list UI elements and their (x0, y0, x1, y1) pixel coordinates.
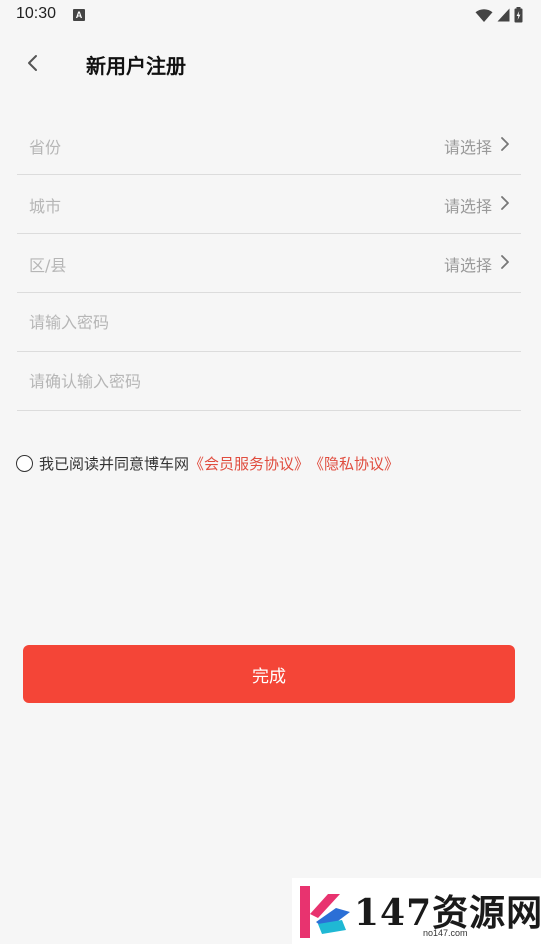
back-button[interactable] (18, 48, 48, 78)
city-select-hint: 请选择 (443, 197, 492, 216)
district-select-hint: 请选择 (443, 256, 492, 275)
watermark-url: no147.com (423, 928, 468, 938)
registration-form: 省份 请选择 城市 请选择 区/县 请选择 (17, 116, 521, 411)
confirm-password-row (17, 352, 521, 411)
agreement-text: 我已阅读并同意博车网 (39, 454, 190, 473)
submit-button[interactable]: 完成 (23, 645, 515, 703)
chevron-right-icon (501, 137, 509, 151)
status-bar: 10:30 A (0, 0, 541, 30)
password-row (17, 293, 521, 352)
registration-screen: 10:30 A 新用户注册 省份 请选择 城市 请选择 区/县 请选择 我已阅读… (0, 0, 541, 944)
chevron-right-icon (501, 196, 509, 210)
header: 新用户注册 (0, 30, 541, 100)
notification-a-icon: A (73, 9, 85, 21)
confirm-password-input[interactable] (17, 352, 521, 410)
battery-icon (514, 7, 523, 23)
chevron-left-icon (28, 55, 37, 71)
province-select-hint: 请选择 (443, 138, 492, 157)
agreement-checkbox[interactable] (16, 454, 33, 472)
district-selector[interactable]: 区/县 请选择 (17, 234, 521, 293)
submit-button-label: 完成 (252, 666, 286, 687)
privacy-agreement-link[interactable]: 《隐私协议》 (309, 453, 399, 474)
member-agreement-link[interactable]: 《会员服务协议》 (189, 453, 309, 474)
province-selector[interactable]: 省份 请选择 (17, 116, 521, 175)
chevron-right-icon (501, 255, 509, 269)
watermark: 147资源网 no147.com (292, 878, 541, 944)
status-time: 10:30 (16, 5, 57, 22)
agreement-row: 我已阅读并同意博车网 《会员服务协议》 《隐私协议》 (16, 452, 399, 474)
wifi-icon (475, 8, 493, 22)
signal-icon (497, 8, 510, 22)
watermark-logo-icon (300, 886, 350, 938)
password-input[interactable] (17, 293, 521, 351)
city-selector[interactable]: 城市 请选择 (17, 175, 521, 234)
status-icons (475, 6, 523, 24)
province-label: 省份 (29, 138, 62, 157)
district-label: 区/县 (29, 256, 67, 275)
page-title: 新用户注册 (86, 54, 186, 78)
city-label: 城市 (29, 197, 62, 216)
